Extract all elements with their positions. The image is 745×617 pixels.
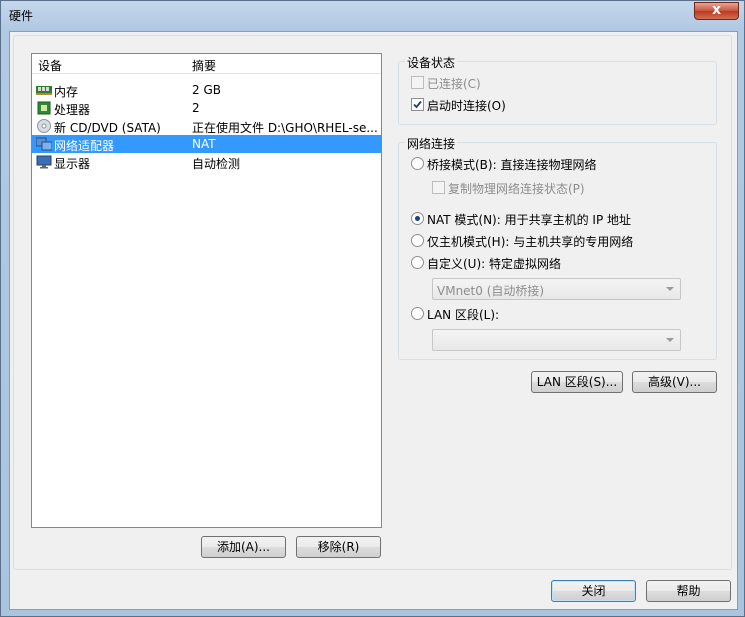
custom-radio[interactable] — [411, 256, 424, 269]
window-title: 硬件 — [9, 9, 34, 23]
help-button[interactable]: 帮助 — [646, 580, 731, 602]
lan-segment-radio[interactable] — [411, 307, 424, 320]
replicate-state-checkbox[interactable] — [432, 181, 445, 194]
device-name: 显示器 — [54, 157, 91, 171]
device-summary: 正在使用文件 D:\GHO\RHEL-se... — [192, 121, 377, 135]
display-icon — [36, 155, 52, 169]
lan-segment-select[interactable] — [432, 329, 681, 351]
connect-at-power-on-label[interactable]: 启动时连接(O) — [427, 97, 506, 114]
hardware-dialog: 硬件 x 设备 摘要 内存 2 GB 处理器 2 新 CD/DVD (SATA)… — [0, 0, 745, 617]
network-connection-group: 网络连接 桥接模式(B): 直接连接物理网络 复制物理网络连接状态(P) NAT… — [398, 135, 717, 360]
device-summary: 2 — [192, 101, 200, 115]
device-row-display[interactable]: 显示器 自动检测 — [32, 153, 381, 171]
device-status-title: 设备状态 — [405, 54, 458, 71]
device-list[interactable]: 设备 摘要 内存 2 GB 处理器 2 新 CD/DVD (SATA) 正在使用… — [31, 53, 382, 528]
network-connection-title: 网络连接 — [405, 135, 458, 152]
device-list-header: 设备 摘要 — [32, 54, 381, 74]
dialog-client-area: 设备 摘要 内存 2 GB 处理器 2 新 CD/DVD (SATA) 正在使用… — [9, 31, 738, 610]
network-adapter-icon — [36, 137, 52, 151]
column-header-summary[interactable]: 摘要 — [192, 57, 216, 74]
device-name: 新 CD/DVD (SATA) — [54, 121, 161, 135]
cd-dvd-icon — [37, 119, 51, 133]
custom-label[interactable]: 自定义(U): 特定虚拟网络 — [427, 255, 561, 272]
device-summary: 自动检测 — [192, 157, 241, 171]
chevron-down-icon — [666, 338, 674, 342]
bridged-label[interactable]: 桥接模式(B): 直接连接物理网络 — [427, 156, 596, 173]
window-close-button[interactable]: x — [694, 2, 739, 20]
radio-selected-dot — [415, 216, 420, 221]
device-row-processor[interactable]: 处理器 2 — [32, 99, 381, 117]
custom-network-select[interactable]: VMnet0 (自动桥接) — [432, 278, 681, 300]
device-row-cd-dvd[interactable]: 新 CD/DVD (SATA) 正在使用文件 D:\GHO\RHEL-se... — [32, 117, 381, 135]
device-status-group: 设备状态 已连接(C) 启动时连接(O) — [398, 54, 717, 125]
device-name: 内存 — [54, 85, 79, 99]
advanced-button[interactable]: 高级(V)... — [632, 371, 717, 393]
checkmark-icon — [413, 100, 422, 109]
replicate-state-label[interactable]: 复制物理网络连接状态(P) — [448, 180, 585, 197]
processor-icon — [37, 101, 51, 115]
custom-network-value: VMnet0 (自动桥接) — [437, 284, 545, 298]
device-name: 处理器 — [54, 103, 91, 117]
host-only-label[interactable]: 仅主机模式(H): 与主机共享的专用网络 — [427, 233, 633, 250]
memory-icon — [36, 86, 52, 95]
bridged-radio[interactable] — [411, 157, 424, 170]
device-name: 网络适配器 — [54, 139, 115, 153]
add-device-button[interactable]: 添加(A)... — [201, 536, 286, 558]
device-summary: 2 GB — [192, 83, 221, 97]
device-summary: NAT — [192, 137, 216, 151]
chevron-down-icon — [666, 287, 674, 291]
lan-segment-label[interactable]: LAN 区段(L): — [427, 306, 499, 323]
device-row-memory[interactable]: 内存 2 GB — [32, 81, 381, 99]
connected-label[interactable]: 已连接(C) — [427, 75, 481, 92]
remove-device-button[interactable]: 移除(R) — [296, 536, 381, 558]
connect-at-power-on-checkbox[interactable] — [411, 98, 424, 111]
connected-checkbox[interactable] — [411, 76, 424, 89]
nat-radio[interactable] — [411, 212, 424, 225]
column-header-device[interactable]: 设备 — [38, 57, 62, 74]
lan-segments-button[interactable]: LAN 区段(S)... — [531, 371, 623, 393]
host-only-radio[interactable] — [411, 234, 424, 247]
nat-label[interactable]: NAT 模式(N): 用于共享主机的 IP 地址 — [427, 211, 631, 228]
device-row-network-adapter[interactable]: 网络适配器 NAT — [32, 135, 381, 153]
close-button[interactable]: 关闭 — [551, 580, 636, 602]
